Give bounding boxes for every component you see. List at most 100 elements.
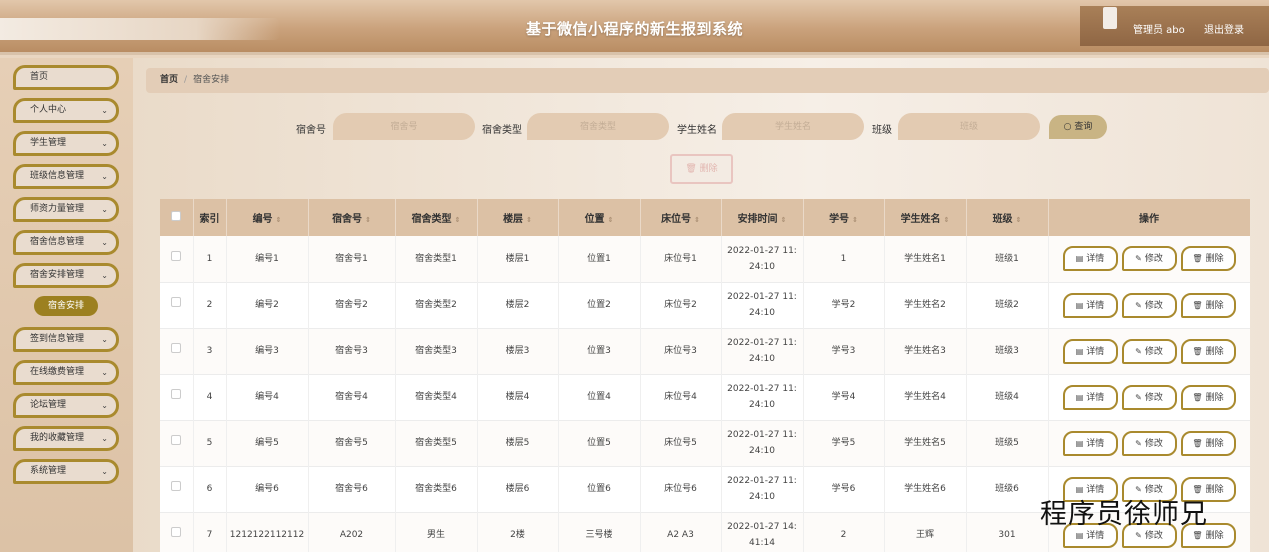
edit-button-label: 修改 [1144,530,1163,541]
edit-button[interactable]: ✎ 修改 [1121,384,1177,410]
arrange-time-date: 2022-01-27 11: [727,245,797,256]
delete-button[interactable]: 🗑 删除 [1180,384,1236,410]
sort-icon[interactable]: ⇕ [694,216,700,224]
select-all-checkbox[interactable] [171,211,182,221]
logout-button[interactable]: 退出登录 [1204,21,1244,36]
detail-button[interactable]: ▤ 详情 [1062,430,1118,456]
edit-button[interactable]: ✎ 修改 [1121,338,1177,364]
sidebar-item[interactable]: 签到信息管理 ⌄ [13,327,119,352]
delete-button-label: 删除 [1205,346,1224,357]
column-header-label: 宿舍类型 [411,214,452,225]
sort-icon[interactable]: ⇕ [1016,216,1022,224]
chevron-down-icon: ⌄ [101,434,108,443]
delete-button[interactable]: 🗑 删除 [1180,292,1236,318]
batch-delete-button[interactable]: 🗑 删除 [670,154,733,184]
column-header[interactable]: 宿舍号 ⇕ [308,199,396,236]
detail-button[interactable]: ▤ 详情 [1062,338,1118,364]
arrange-time-clock: 24:10 [749,400,775,410]
column-header[interactable]: 位置 ⇕ [558,199,641,236]
search-input-class[interactable] [898,113,1040,140]
pencil-icon: ✎ [1135,392,1142,402]
cell-student-name: 学生姓名2 [884,282,967,328]
sidebar-item-label: 学生管理 [30,138,67,148]
cell-dorm-no: 宿舍号4 [308,374,396,420]
search-input-student-name[interactable] [722,113,864,140]
sidebar-item[interactable]: 我的收藏管理 ⌄ [13,426,119,451]
sidebar-item[interactable]: 学生管理 ⌄ [13,131,119,156]
delete-button-label: 删除 [1205,300,1224,311]
breadcrumb-current: 宿舍安排 [193,75,230,85]
column-header-label: 学号 [829,214,850,225]
document-icon: ▤ [1075,254,1084,264]
cell-location: 位置3 [558,328,641,374]
cell-bed-no: 床位号2 [640,282,722,328]
query-button[interactable]: ○ 查询 [1049,115,1107,139]
sidebar-item[interactable]: 班级信息管理 ⌄ [13,164,119,189]
column-header[interactable]: 学生姓名 ⇕ [884,199,967,236]
detail-button[interactable]: ▤ 详情 [1062,246,1118,272]
cell-student-no: 1 [803,236,885,282]
cell-index: 1 [193,236,227,282]
sidebar-item-label: 宿舍安排管理 [30,270,85,280]
sort-icon[interactable]: ⇕ [944,216,950,224]
cell-student-no: 学号5 [803,420,885,466]
sort-icon[interactable]: ⇕ [852,216,858,224]
delete-button[interactable]: 🗑 删除 [1180,338,1236,364]
cell-dorm-no: 宿舍号3 [308,328,396,374]
header-select-all[interactable] [160,199,194,236]
row-checkbox[interactable] [171,250,182,261]
sidebar-item[interactable]: 宿舍安排管理 ⌄ [13,263,119,288]
row-checkbox[interactable] [171,297,182,307]
sort-icon[interactable]: ⇕ [276,216,282,224]
column-header[interactable]: 学号 ⇕ [803,199,885,236]
detail-button[interactable]: ▤ 详情 [1062,292,1118,318]
sidebar-item[interactable]: 论坛管理 ⌄ [13,393,119,418]
cell-arrange-time: 2022-01-27 11: 24:10 [721,374,804,420]
document-icon: ▤ [1075,346,1084,356]
row-checkbox[interactable] [171,343,182,353]
sort-icon[interactable]: ⇕ [365,216,371,224]
column-header[interactable]: 安排时间 ⇕ [721,199,804,236]
table-header-row: 索引 编号 ⇕ 宿舍号 ⇕ 宿舍类型 ⇕ 楼层 ⇕ 位置 ⇕ 床位号 ⇕ 安排时间 ⇕ 学号 ⇕ 学生姓名 ⇕ 班级 ⇕… [160,199,1250,236]
column-header: 索引 [193,199,227,236]
sidebar-item[interactable]: 师资力量管理 ⌄ [13,197,119,222]
search-input-dorm-no[interactable] [333,113,475,140]
cell-location: 位置6 [558,466,641,512]
row-checkbox[interactable] [171,481,182,491]
row-checkbox[interactable] [171,435,182,445]
delete-button[interactable]: 🗑 删除 [1180,430,1236,456]
sidebar-item[interactable]: 系统管理 ⌄ [13,459,119,484]
chevron-down-icon: ⌄ [101,467,108,476]
cell-code: 编号4 [226,374,309,420]
row-checkbox[interactable] [171,527,182,537]
chevron-down-icon: ⌄ [101,205,108,214]
column-header[interactable]: 楼层 ⇕ [477,199,559,236]
sidebar-item[interactable]: 宿舍信息管理 ⌄ [13,230,119,255]
sidebar-subitem-dorm-arrangement[interactable]: 宿舍安排 [34,296,98,316]
sort-icon[interactable]: ⇕ [781,216,787,224]
row-select-cell [160,466,194,512]
cell-dorm-type: 宿舍类型2 [395,282,478,328]
sort-icon[interactable]: ⇕ [455,216,461,224]
sidebar-item[interactable]: 在线缴费管理 ⌄ [13,360,119,385]
sort-icon[interactable]: ⇕ [526,216,532,224]
edit-button[interactable]: ✎ 修改 [1121,292,1177,318]
column-header[interactable]: 宿舍类型 ⇕ [395,199,478,236]
search-input-dorm-type[interactable] [527,113,669,140]
chevron-down-icon: ⌄ [101,106,108,115]
sidebar-item[interactable]: 首页 [13,65,119,90]
chevron-down-icon: ⌄ [101,139,108,148]
edit-button[interactable]: ✎ 修改 [1121,430,1177,456]
column-header[interactable]: 班级 ⇕ [966,199,1049,236]
sidebar-item[interactable]: 个人中心 ⌄ [13,98,119,123]
column-header[interactable]: 编号 ⇕ [226,199,309,236]
delete-button[interactable]: 🗑 删除 [1180,246,1236,272]
row-checkbox[interactable] [171,389,182,399]
delete-button-label: 删除 [1205,530,1224,541]
detail-button[interactable]: ▤ 详情 [1062,384,1118,410]
column-header[interactable]: 床位号 ⇕ [640,199,722,236]
cell-student-no: 学号3 [803,328,885,374]
breadcrumb-home[interactable]: 首页 [160,75,178,85]
edit-button[interactable]: ✎ 修改 [1121,246,1177,272]
sort-icon[interactable]: ⇕ [608,216,614,224]
